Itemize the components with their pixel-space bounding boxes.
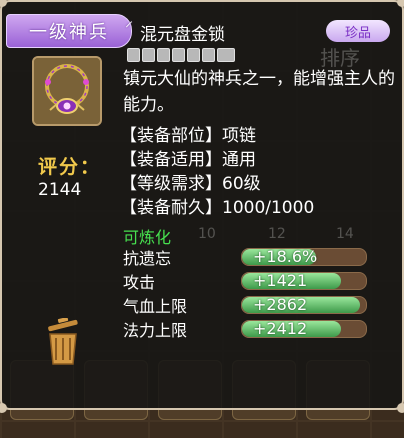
attribute-value: 通用 — [222, 150, 256, 170]
star-slot — [127, 48, 140, 62]
attribute-value: 60级 — [222, 174, 261, 194]
attribute-label: 【装备部位】 — [120, 126, 222, 146]
bg-slot-number: 10 — [198, 226, 216, 242]
attribute-row: 【等级需求】60级 — [120, 172, 314, 196]
item-name: 混元盘金锁 — [140, 25, 225, 45]
necklace-item-icon — [34, 58, 100, 124]
stat-row: 攻击 +1421 — [123, 270, 367, 292]
frame-corner — [397, 0, 404, 7]
rarity-label: 珍品 — [344, 25, 371, 41]
frame-corner — [397, 403, 404, 413]
item-category-tag: 一级神兵 ⸝ — [6, 11, 133, 48]
attribute-label: 【装备适用】 — [120, 150, 222, 170]
attribute-value: 项链 — [222, 126, 256, 146]
stat-row: 气血上限 +2862 — [123, 294, 367, 316]
hook-icon: ⸝ — [124, 11, 135, 30]
star-slot — [142, 48, 155, 62]
attribute-row: 【装备适用】通用 — [120, 148, 314, 172]
star-slot — [202, 48, 215, 62]
rarity-badge: 珍品 — [326, 20, 390, 42]
quality-stars — [127, 48, 235, 62]
attribute-row: 【装备部位】项链 — [120, 124, 314, 148]
stat-name: 抗遗忘 — [123, 249, 172, 268]
item-tooltip: 排序 10 12 14 一级神兵 ⸝ 混元盘金锁 珍品 镇元大仙的神兵之一，能增… — [0, 0, 404, 413]
stat-value: +2412 — [253, 319, 308, 338]
stat-value: +18.6% — [253, 247, 318, 266]
star-slot — [172, 48, 185, 62]
attribute-label: 【装备耐久】 — [120, 198, 222, 218]
stat-name: 攻击 — [123, 273, 156, 292]
score-value: 2144 — [38, 180, 82, 200]
item-icon-frame — [32, 56, 102, 126]
stat-name: 气血上限 — [123, 297, 188, 316]
star-slot — [187, 48, 200, 62]
score-label: 评分： — [38, 156, 102, 178]
stat-value: +2862 — [253, 295, 308, 314]
attribute-row: 【装备耐久】1000/1000 — [120, 196, 314, 220]
attribute-value: 1000/1000 — [222, 198, 315, 218]
stat-value: +1421 — [253, 271, 308, 290]
stat-row: 抗遗忘 +18.6% — [123, 246, 367, 268]
item-category-label: 一级神兵 — [29, 22, 109, 43]
bg-slot-number: 12 — [268, 226, 286, 242]
frame-corner — [0, 0, 7, 7]
attribute-label: 【等级需求】 — [120, 174, 222, 194]
stat-name: 法力上限 — [123, 321, 188, 340]
item-description: 镇元大仙的神兵之一，能增强主人的能力。 — [123, 69, 395, 115]
bg-slot-number: 14 — [336, 226, 354, 242]
stat-row: 法力上限 +2412 — [123, 318, 367, 340]
star-slot — [217, 48, 235, 62]
trash-can-icon[interactable] — [42, 317, 84, 370]
attribute-list: 【装备部位】项链 【装备适用】通用 【等级需求】60级 【装备耐久】1000/1… — [120, 124, 314, 220]
star-slot — [157, 48, 170, 62]
